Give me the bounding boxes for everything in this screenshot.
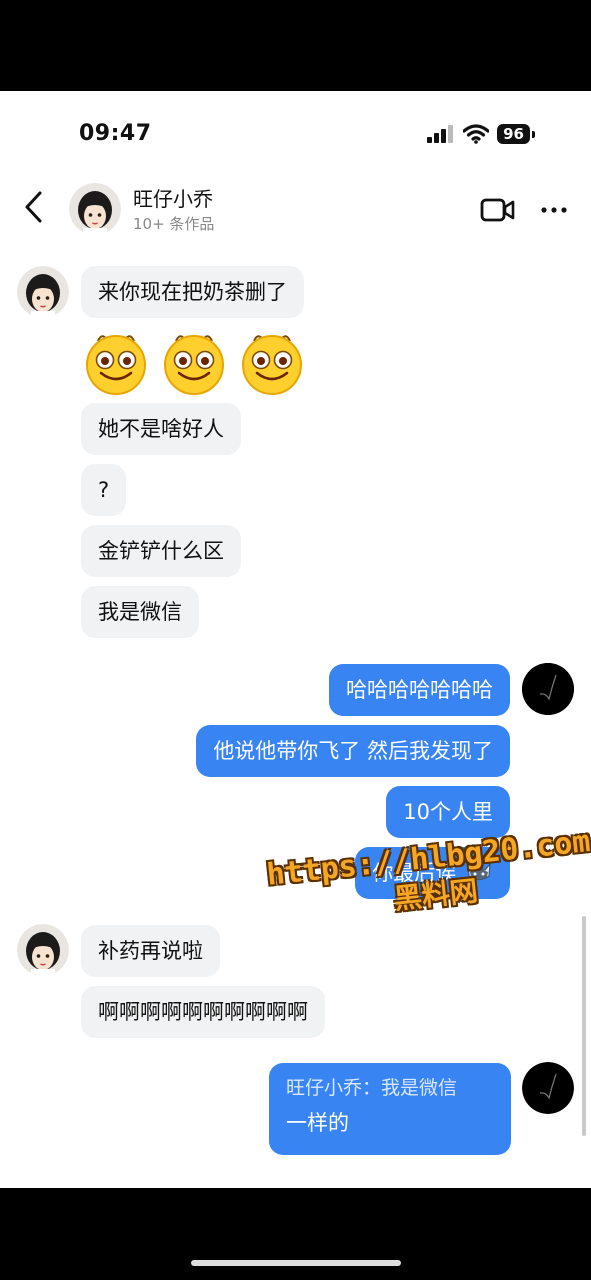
battery-level: 96: [497, 124, 530, 144]
cat-emoji-icon: [467, 862, 491, 881]
contact-subtitle: 10+ 条作品: [133, 215, 215, 233]
message-text: 一样的: [286, 1111, 349, 1135]
self-avatar[interactable]: [522, 663, 574, 715]
smiling-face-icon: [86, 335, 146, 395]
message-text: 哈哈哈哈哈哈哈: [346, 678, 493, 702]
chat-screen: 09:47 96 旺仔小乔 10+ 条作品 来你现在把奶茶删了 她不是啥好人 ?…: [0, 91, 591, 1188]
message-bubble-incoming[interactable]: 我是微信: [81, 586, 199, 638]
sender-avatar[interactable]: [17, 266, 69, 318]
message-bubble-incoming[interactable]: 补药再说啦: [81, 925, 220, 977]
message-bubble-outgoing[interactable]: 你最后诶: [355, 847, 510, 899]
self-avatar[interactable]: [522, 1062, 574, 1114]
message-bubble-outgoing[interactable]: 他说他带你飞了 然后我发现了: [196, 725, 510, 777]
scrollbar[interactable]: [582, 916, 586, 1136]
emoji-message[interactable]: [81, 329, 307, 395]
cellular-signal-icon: [427, 125, 454, 143]
message-text: 你最后诶: [372, 861, 457, 885]
message-bubble-outgoing-reply[interactable]: 旺仔小乔：我是微信 一样的: [269, 1063, 511, 1155]
video-call-icon[interactable]: [480, 197, 516, 223]
message-text: 我是微信: [98, 600, 182, 624]
wifi-icon: [463, 124, 490, 144]
quoted-message: 旺仔小乔：我是微信: [286, 1077, 458, 1099]
message-bubble-incoming[interactable]: 啊啊啊啊啊啊啊啊啊啊: [81, 986, 325, 1038]
chat-header: 旺仔小乔 10+ 条作品: [0, 175, 591, 245]
message-text: 补药再说啦: [98, 939, 203, 963]
contact-name: 旺仔小乔: [133, 187, 213, 211]
message-text: 来你现在把奶茶删了: [98, 280, 287, 304]
message-text: 金铲铲什么区: [98, 539, 224, 563]
message-bubble-outgoing[interactable]: 10个人里: [386, 786, 510, 838]
message-text: 她不是啥好人: [98, 417, 224, 441]
message-bubble-incoming[interactable]: 她不是啥好人: [81, 403, 241, 455]
status-bar: 09:47 96: [0, 91, 591, 175]
more-options-icon[interactable]: [540, 197, 570, 223]
message-text: 啊啊啊啊啊啊啊啊啊啊: [98, 1000, 308, 1024]
smiling-face-icon: [242, 335, 302, 395]
message-bubble-outgoing[interactable]: 哈哈哈哈哈哈哈: [329, 664, 510, 716]
status-icons: 96: [427, 124, 535, 144]
contact-avatar[interactable]: [69, 183, 121, 235]
smiling-face-icon: [164, 335, 224, 395]
status-time: 09:47: [79, 121, 152, 146]
message-bubble-incoming[interactable]: ?: [81, 464, 127, 516]
message-bubble-incoming[interactable]: 来你现在把奶茶删了: [81, 266, 304, 318]
message-bubble-incoming[interactable]: 金铲铲什么区: [81, 525, 241, 577]
home-indicator[interactable]: [191, 1260, 401, 1266]
message-text: 10个人里: [403, 800, 493, 824]
sender-avatar[interactable]: [17, 924, 69, 976]
battery-icon: [532, 130, 535, 138]
back-arrow-icon[interactable]: [20, 189, 50, 225]
message-text: 他说他带你飞了 然后我发现了: [213, 739, 493, 763]
message-text: ?: [98, 478, 110, 502]
